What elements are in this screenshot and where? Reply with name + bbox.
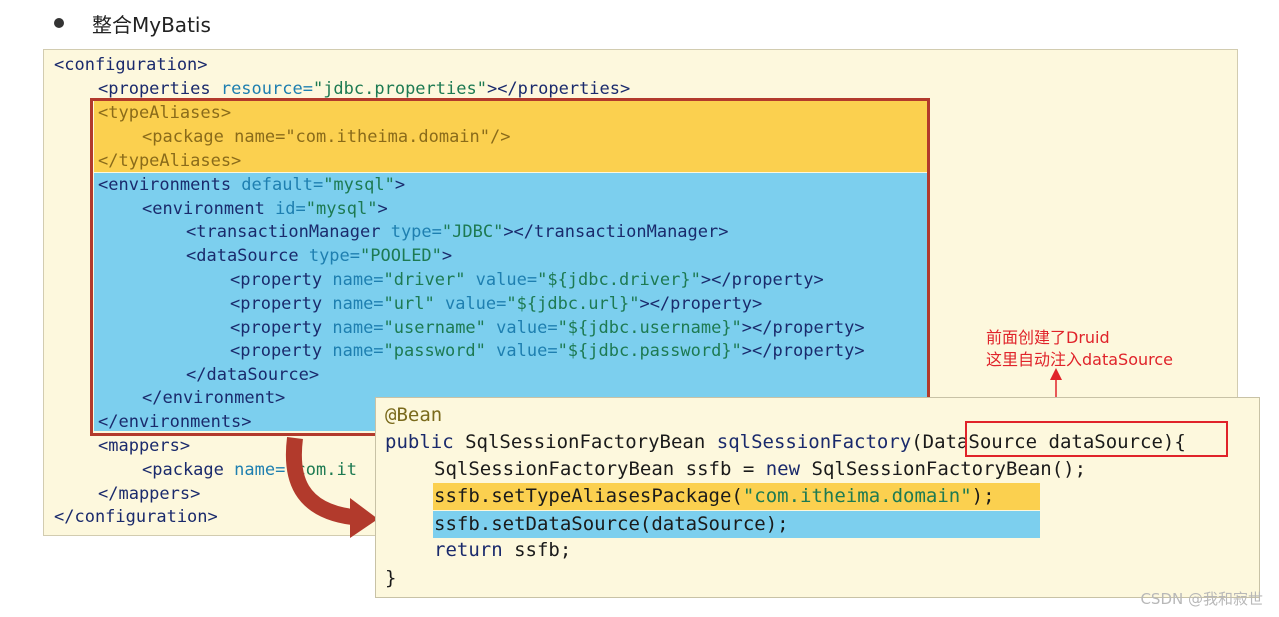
java-line-return: return ssfb; bbox=[434, 539, 572, 561]
annotation-note: 前面创建了Druid 这里自动注入dataSource bbox=[986, 327, 1173, 371]
java-line-close-brace: } bbox=[385, 567, 397, 589]
note-line-1: 前面创建了Druid bbox=[986, 328, 1110, 347]
curved-arrow-icon bbox=[285, 437, 354, 525]
java-line-new-bean: SqlSessionFactoryBean ssfb = new SqlSess… bbox=[434, 458, 1087, 480]
arrow-head-icon bbox=[350, 498, 378, 538]
watermark: CSDN @我和寂世 bbox=[1140, 590, 1263, 608]
datasource-param-frame bbox=[965, 421, 1228, 457]
java-line-set-type-aliases: ssfb.setTypeAliasesPackage("com.itheima.… bbox=[434, 485, 995, 507]
java-line-set-datasource: ssfb.setDataSource(dataSource); bbox=[434, 513, 789, 535]
note-line-2: 这里自动注入dataSource bbox=[986, 350, 1173, 369]
java-line-annotation: @Bean bbox=[385, 404, 443, 426]
